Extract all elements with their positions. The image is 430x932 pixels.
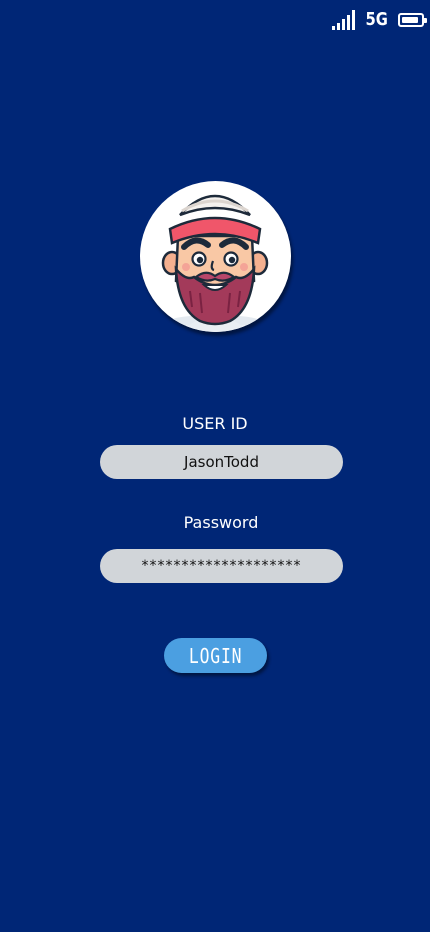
user-id-label: USER ID xyxy=(182,414,248,433)
status-bar: 5G xyxy=(331,8,427,32)
avatar xyxy=(140,181,291,332)
password-label: Password xyxy=(183,513,259,532)
login-button-label: LOGIN xyxy=(188,643,243,668)
user-id-input[interactable] xyxy=(100,445,343,479)
password-input[interactable] xyxy=(100,549,343,583)
login-button[interactable]: LOGIN xyxy=(164,638,267,673)
network-type-label: 5G xyxy=(365,9,388,30)
battery-icon xyxy=(398,13,427,27)
bearded-man-avatar-icon xyxy=(161,194,269,332)
signal-strength-icon xyxy=(331,10,355,30)
battery-level xyxy=(402,17,418,23)
